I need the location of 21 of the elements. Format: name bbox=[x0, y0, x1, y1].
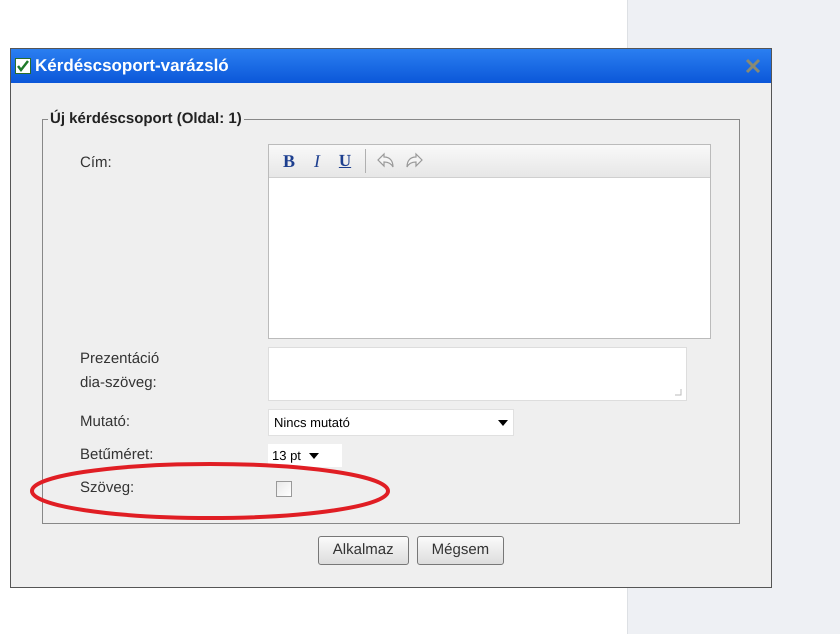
dialog-button[interactable]: Alkalmaz bbox=[318, 536, 409, 565]
field-label: Szöveg: bbox=[80, 478, 136, 498]
dialog-button[interactable]: Mégsem bbox=[416, 536, 504, 565]
checkbox[interactable] bbox=[276, 481, 292, 498]
italic-button[interactable]: I bbox=[305, 148, 329, 174]
caret-icon bbox=[498, 420, 508, 426]
group-legend: Új kérdéscsoport (Oldal: 1) bbox=[48, 109, 244, 129]
close-icon[interactable] bbox=[743, 56, 763, 76]
caret-icon bbox=[308, 452, 319, 458]
text-area[interactable] bbox=[268, 347, 687, 401]
field-label: Cím: bbox=[80, 153, 113, 173]
field-label: Mutató: bbox=[80, 412, 132, 432]
field-label: Betűméret: bbox=[80, 445, 154, 465]
pointer-select[interactable]: Nincs mutató bbox=[268, 409, 514, 436]
window-title: Kérdéscsoport-varázsló bbox=[35, 55, 230, 78]
font-size-select[interactable]: 13 pt bbox=[268, 444, 342, 467]
underline-button[interactable]: U bbox=[333, 148, 357, 174]
rich-text-editor[interactable]: B I U bbox=[268, 144, 711, 339]
resize-grip-icon[interactable] bbox=[674, 388, 682, 396]
field-label: Prezentáció dia-szöveg: bbox=[80, 349, 160, 393]
bold-button[interactable]: B bbox=[277, 148, 301, 174]
